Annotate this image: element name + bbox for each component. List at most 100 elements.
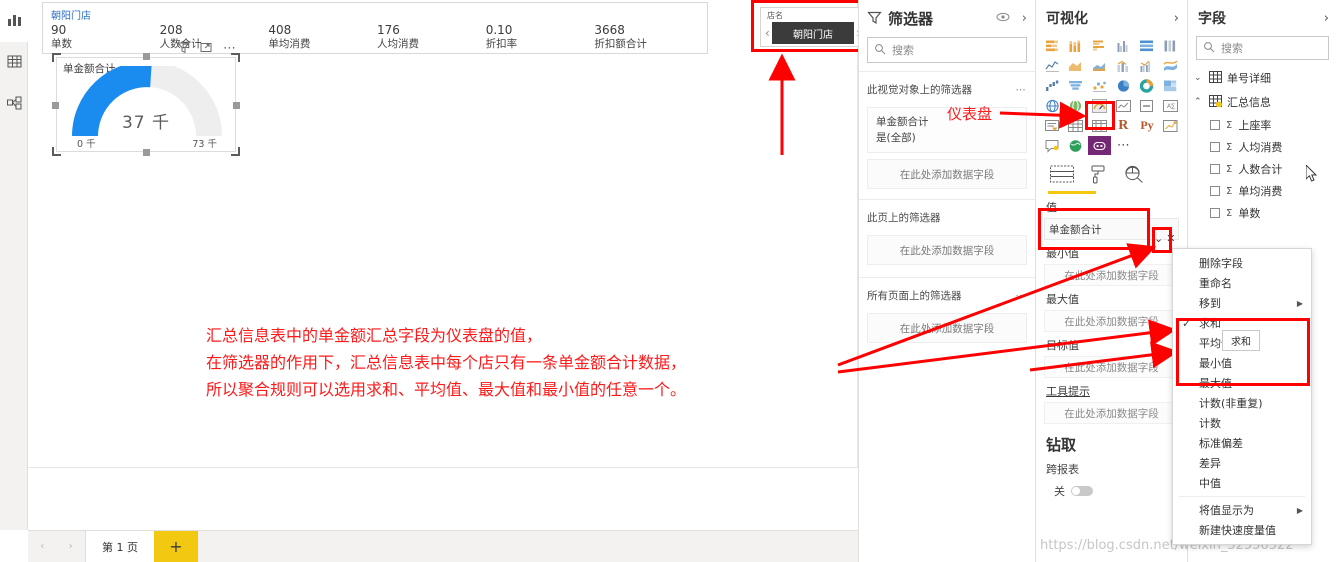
scatter-chart-icon[interactable]	[1088, 76, 1111, 95]
field-item-上座率[interactable]: Σ 上座率	[1188, 114, 1337, 136]
context-menu-item-distinct-count[interactable]: 计数(非重复)	[1173, 393, 1311, 413]
resize-handle-top-right[interactable]	[231, 53, 240, 62]
field-checkbox[interactable]	[1210, 208, 1220, 218]
well-dropzone-tooltip[interactable]: 在此处添加数据字段	[1044, 402, 1179, 424]
well-dropzone-max[interactable]: 在此处添加数据字段	[1044, 310, 1179, 332]
chevron-down-icon[interactable]: ⌄	[1194, 73, 1204, 83]
field-checkbox[interactable]	[1210, 120, 1220, 130]
stacked-area-chart-icon[interactable]	[1088, 56, 1111, 75]
page-first-icon[interactable]: ‹	[40, 541, 44, 552]
chevron-right-icon[interactable]: ›	[1324, 11, 1329, 26]
clustered-bar-chart-icon[interactable]	[1088, 36, 1111, 55]
arcgis-map-icon[interactable]	[1065, 136, 1088, 155]
context-menu-item-rename[interactable]: 重命名	[1173, 273, 1311, 293]
analytics-magnifier-icon[interactable]	[1124, 165, 1144, 187]
gauge-visual-container[interactable]: ⋯ 单金额合计 37 千 0 千 73 千	[52, 42, 240, 156]
filter-icon[interactable]	[176, 41, 191, 57]
filters-dropzone-visual[interactable]: 在此处添加数据字段	[867, 159, 1027, 189]
page-prev-icon[interactable]: ›	[69, 541, 73, 552]
well-dropzone-min[interactable]: 在此处添加数据字段	[1044, 264, 1179, 286]
resize-handle-bottom-left[interactable]	[52, 147, 61, 156]
page-tab-1[interactable]: 第 1 页	[86, 530, 154, 562]
funnel-chart-icon[interactable]	[1065, 76, 1088, 95]
slicer-icon[interactable]	[1041, 116, 1064, 135]
report-canvas[interactable]: 朝阳门店 90 单数 208 人数合计 408 单均消费 176 人均消费 0.…	[28, 0, 869, 530]
focus-mode-icon[interactable]	[200, 41, 213, 57]
resize-handle-top-left[interactable]	[52, 53, 61, 62]
context-menu-item-new-quick-measure[interactable]: 新建快速度量值	[1173, 520, 1311, 540]
area-chart-icon[interactable]	[1065, 56, 1088, 75]
stacked-bar-chart-icon[interactable]	[1041, 36, 1064, 55]
100-stacked-column-chart-icon[interactable]	[1159, 36, 1182, 55]
chevron-left-icon[interactable]: ‹	[765, 26, 770, 40]
field-checkbox[interactable]	[1210, 164, 1220, 174]
aggregation-context-menu[interactable]: 删除字段 重命名 移到 ▶ ✓ 求和 平均值 最小值 最大值 计数(非重复) 计数 …	[1172, 248, 1312, 545]
r-script-visual-icon[interactable]: R	[1112, 116, 1135, 135]
line-chart-icon[interactable]	[1041, 56, 1064, 75]
context-menu-item-median[interactable]: 中值	[1173, 473, 1311, 493]
line-stacked-column-chart-icon[interactable]	[1112, 56, 1135, 75]
waterfall-chart-icon[interactable]	[1041, 76, 1064, 95]
rail-data-view-button[interactable]	[0, 42, 28, 84]
qa-visual-icon[interactable]	[1041, 136, 1064, 155]
stacked-column-chart-icon[interactable]	[1065, 36, 1088, 55]
context-menu-item-standard-deviation[interactable]: 标准偏差	[1173, 433, 1311, 453]
resize-handle-bottom-right[interactable]	[231, 147, 240, 156]
fields-table-汇总信息[interactable]: ⌃ 汇总信息	[1188, 90, 1337, 114]
rail-report-view-button[interactable]	[0, 0, 28, 42]
context-menu-item-show-value-as[interactable]: 将值显示为 ▶	[1173, 500, 1311, 520]
context-menu-item-variance[interactable]: 差异	[1173, 453, 1311, 473]
format-paint-roller-icon[interactable]	[1090, 165, 1108, 187]
line-clustered-column-chart-icon[interactable]	[1136, 56, 1159, 75]
add-page-button[interactable]: +	[154, 530, 198, 562]
drill-cross-report-toggle[interactable]: 关	[1036, 481, 1187, 499]
field-checkbox[interactable]	[1210, 186, 1220, 196]
more-options-icon[interactable]: ⋯	[1016, 290, 1028, 302]
more-options-icon[interactable]: ⋯	[1016, 84, 1028, 96]
context-menu-item-delete-field[interactable]: 删除字段	[1173, 253, 1311, 273]
chevron-right-icon[interactable]: ›	[1174, 11, 1179, 26]
context-menu-item-count[interactable]: 计数	[1173, 413, 1311, 433]
chevron-up-icon[interactable]: ⌃	[1194, 97, 1204, 107]
eye-icon[interactable]	[996, 12, 1010, 25]
100-stacked-bar-chart-icon[interactable]	[1136, 36, 1159, 55]
donut-chart-icon[interactable]	[1136, 76, 1159, 95]
field-checkbox[interactable]	[1210, 142, 1220, 152]
key-influencers-icon[interactable]	[1159, 116, 1182, 135]
field-item-人均消费[interactable]: Σ 人均消费	[1188, 136, 1337, 158]
map-icon[interactable]	[1041, 96, 1064, 115]
card-icon[interactable]	[1136, 96, 1159, 115]
toggle-switch-icon[interactable]	[1071, 486, 1093, 496]
filters-dropzone-all-pages[interactable]: 在此处添加数据字段	[867, 313, 1027, 343]
fields-table-单号详细[interactable]: ⌄ 单号详细	[1188, 66, 1337, 90]
rail-model-view-button[interactable]	[0, 84, 28, 126]
multi-row-card-visual[interactable]: 朝阳门店 90 单数 208 人数合计 408 单均消费 176 人均消费 0.…	[42, 2, 708, 54]
resize-handle-right[interactable]	[233, 102, 240, 109]
fields-icon[interactable]	[1050, 165, 1074, 187]
page-nav-arrows[interactable]: ‹ ›	[28, 530, 86, 562]
gauge-visual[interactable]: 单金额合计 37 千 0 千 73 千	[56, 57, 236, 152]
well-dropzone-target[interactable]: 在此处添加数据字段	[1044, 356, 1179, 378]
chevron-right-icon[interactable]: ›	[1022, 11, 1027, 26]
store-name-slicer[interactable]: 店名 ‹ 朝阳门店 ›	[760, 7, 864, 47]
resize-handle-top[interactable]	[143, 53, 150, 60]
python-visual-icon[interactable]: Py	[1136, 116, 1159, 135]
powerapps-visual-icon[interactable]	[1088, 136, 1111, 155]
treemap-icon[interactable]	[1159, 76, 1182, 95]
table-icon[interactable]	[1065, 116, 1088, 135]
resize-handle-bottom[interactable]	[143, 149, 150, 156]
resize-handle-left[interactable]	[52, 102, 59, 109]
context-menu-item-move-to[interactable]: 移到 ▶	[1173, 293, 1311, 313]
more-options-icon[interactable]: ⋯	[1112, 136, 1135, 155]
multi-row-card-icon[interactable]: A∑	[1159, 96, 1182, 115]
filters-search-input[interactable]: 搜索	[867, 37, 1027, 63]
clustered-column-chart-icon[interactable]	[1112, 36, 1135, 55]
field-item-单数[interactable]: Σ 单数	[1188, 202, 1337, 224]
filled-map-icon[interactable]	[1065, 96, 1088, 115]
ribbon-chart-icon[interactable]	[1159, 56, 1182, 75]
slicer-selected-value[interactable]: 朝阳门店	[771, 22, 855, 44]
pie-chart-icon[interactable]	[1112, 76, 1135, 95]
fields-search-input[interactable]: 搜索	[1196, 36, 1329, 60]
kpi-icon[interactable]	[1112, 96, 1135, 115]
filters-dropzone-page[interactable]: 在此处添加数据字段	[867, 235, 1027, 265]
